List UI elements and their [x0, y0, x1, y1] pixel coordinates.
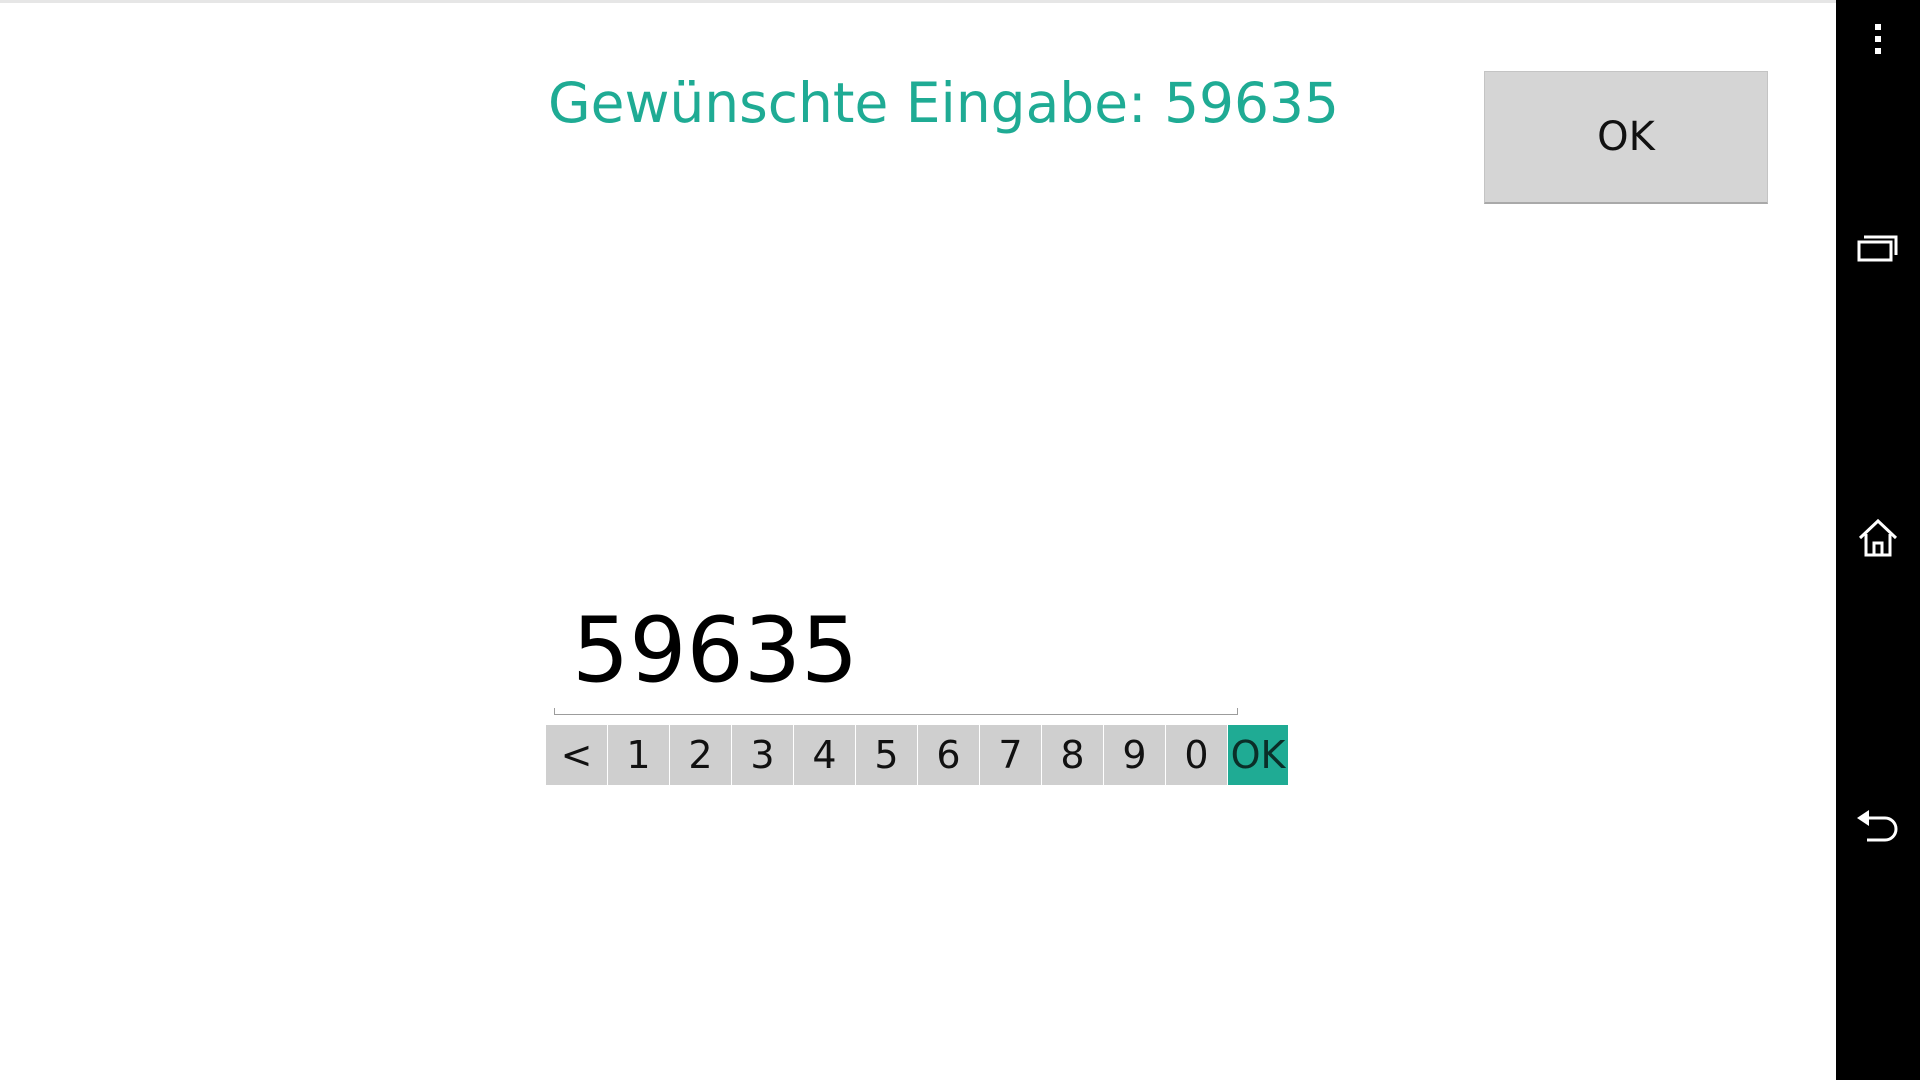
key-1[interactable]: 1	[608, 725, 669, 785]
key-2[interactable]: 2	[670, 725, 731, 785]
screen: Gewünschte Eingabe: 59635 OK 59635 < 1 2…	[0, 0, 1920, 1080]
key-0[interactable]: 0	[1166, 725, 1227, 785]
key-9[interactable]: 9	[1104, 725, 1165, 785]
recent-apps-button[interactable]	[1836, 220, 1920, 280]
overflow-menu-button[interactable]	[1836, 14, 1920, 68]
app-content: Gewünschte Eingabe: 59635 OK 59635 < 1 2…	[0, 0, 1836, 1080]
system-navigation-bar	[1836, 0, 1920, 1080]
overflow-menu-icon	[1872, 22, 1884, 60]
number-input[interactable]: 59635	[554, 593, 1238, 715]
key-backspace[interactable]: <	[546, 725, 607, 785]
key-4[interactable]: 4	[794, 725, 855, 785]
ok-button[interactable]: OK	[1484, 71, 1768, 204]
recent-apps-icon	[1856, 232, 1900, 268]
page-title: Gewünschte Eingabe: 59635	[548, 71, 1340, 135]
key-6[interactable]: 6	[918, 725, 979, 785]
key-8[interactable]: 8	[1042, 725, 1103, 785]
key-7[interactable]: 7	[980, 725, 1041, 785]
back-button[interactable]	[1836, 800, 1920, 860]
input-underline	[554, 708, 1238, 715]
key-ok[interactable]: OK	[1228, 725, 1288, 785]
back-icon	[1855, 808, 1901, 852]
home-icon	[1856, 516, 1900, 564]
number-keypad: < 1 2 3 4 5 6 7 8 9 0 OK	[546, 725, 1288, 785]
input-value: 59635	[572, 598, 859, 703]
key-3[interactable]: 3	[732, 725, 793, 785]
key-5[interactable]: 5	[856, 725, 917, 785]
home-button[interactable]	[1836, 510, 1920, 570]
